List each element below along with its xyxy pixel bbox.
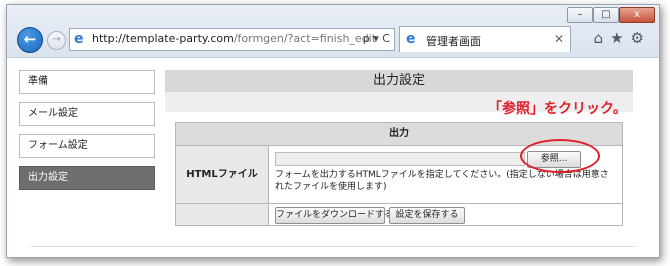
maximize-button[interactable]: □	[593, 7, 619, 23]
field-label-html-file: HTMLファイル	[176, 146, 269, 204]
back-button[interactable]: ←	[17, 27, 43, 53]
actions-cell: ファイルをダウンロードする 設定を保存する	[269, 204, 622, 225]
close-window-button[interactable]: x	[619, 7, 655, 23]
star-icon[interactable]: ★	[610, 29, 630, 47]
arrow-right-icon: →	[52, 34, 61, 45]
gear-icon[interactable]: ⚙	[631, 29, 651, 47]
home-icon[interactable]: ⌂	[594, 29, 611, 47]
callout-highlight-ellipse	[520, 139, 600, 173]
tab-close-icon[interactable]: ✕	[554, 32, 564, 46]
actions-label-cell	[176, 204, 269, 225]
browser-toolbar-icons: ⌂★⚙	[594, 29, 651, 47]
file-path-input[interactable]	[275, 152, 525, 166]
download-file-button[interactable]: ファイルをダウンロードする	[275, 207, 393, 224]
arrow-left-icon: ←	[23, 30, 37, 48]
minimize-button[interactable]: –	[567, 7, 593, 23]
save-settings-button[interactable]: 設定を保存する	[389, 207, 465, 224]
tab-title: 管理者画面	[426, 35, 481, 48]
callout-label: 「参照」をクリック。	[488, 101, 627, 117]
ie-tab-icon: e	[406, 31, 416, 47]
sidebar-item-prep[interactable]: 準備	[19, 70, 155, 94]
tab-admin[interactable]: e 管理者画面 ✕	[399, 26, 571, 52]
sidebar-item-mail[interactable]: メール設定	[19, 102, 155, 126]
sidebar-item-form[interactable]: フォーム設定	[19, 134, 155, 158]
output-form-table: 出力 HTMLファイル 参照... フォームを出力するHTMLファイルを指定して…	[175, 122, 623, 226]
footer-divider	[31, 246, 635, 247]
url-path: /formgen/?act=finish_edit	[233, 32, 377, 45]
address-tools[interactable]: ρ ▾ C	[363, 32, 390, 45]
url-text[interactable]: http://template-party.com/formgen/?act=f…	[92, 32, 376, 45]
sidebar-item-output[interactable]: 出力設定	[19, 166, 155, 190]
url-host: http://template-party.com	[92, 32, 234, 45]
ie-page-icon: e	[74, 31, 84, 47]
browser-chrome: – □ x ← → e http://template-party.com/fo…	[7, 5, 659, 58]
browser-window: – □ x ← → e http://template-party.com/fo…	[6, 4, 660, 258]
forward-button[interactable]: →	[47, 31, 66, 50]
page-title: 出力設定	[165, 70, 633, 92]
address-bar[interactable]: e http://template-party.com/formgen/?act…	[69, 28, 395, 51]
